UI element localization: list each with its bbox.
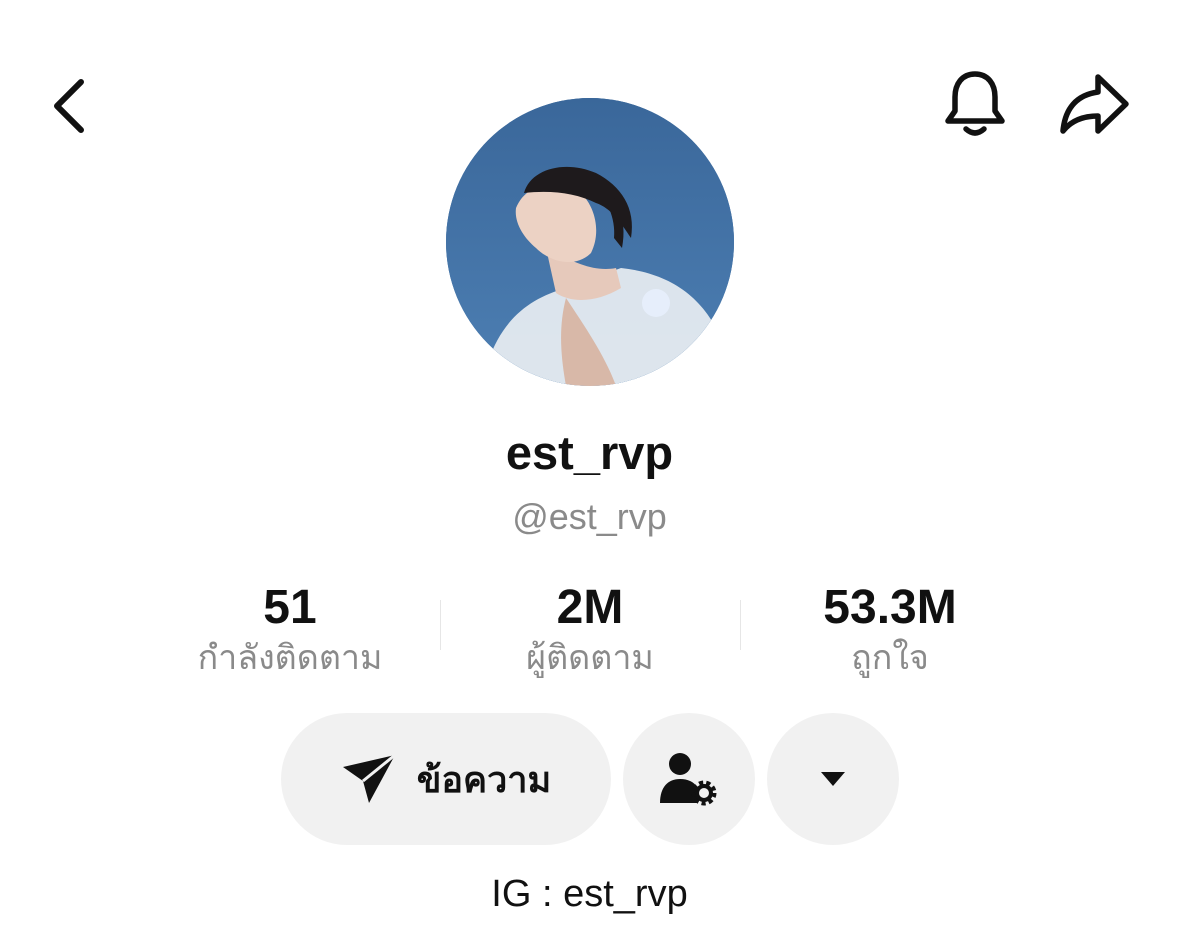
- following-stat[interactable]: 51 กำลังติดตาม: [140, 582, 440, 680]
- profile-stats: 51 กำลังติดตาม 2M ผู้ติดตาม 53.3M ถูกใจ: [0, 582, 1179, 682]
- avatar-photo: [446, 98, 734, 386]
- following-count: 51: [263, 581, 317, 634]
- followers-count: 2M: [556, 581, 624, 634]
- message-button-label: ข้อความ: [416, 758, 552, 800]
- profile-avatar[interactable]: [446, 98, 734, 386]
- profile-actions: ข้อความ: [0, 713, 1179, 845]
- more-options-button[interactable]: [767, 713, 899, 845]
- display-name: est_rvp: [505, 426, 674, 479]
- user-settings-icon: [660, 753, 717, 806]
- following-label: กำลังติดตาม: [197, 639, 383, 677]
- likes-stat[interactable]: 53.3M ถูกใจ: [740, 582, 1040, 680]
- likes-count: 53.3M: [823, 581, 957, 634]
- likes-label: ถูกใจ: [851, 639, 929, 677]
- friend-settings-button[interactable]: [623, 713, 755, 845]
- back-button[interactable]: [34, 68, 104, 144]
- followers-stat[interactable]: 2M ผู้ติดตาม: [440, 582, 740, 680]
- chevron-left-icon: [54, 79, 84, 133]
- followers-label: ผู้ติดตาม: [526, 639, 654, 677]
- stat-divider: [740, 600, 741, 650]
- bell-icon: [945, 71, 1005, 136]
- profile-bio: IG : est_rvp: [491, 873, 688, 915]
- caret-down-icon: [821, 772, 845, 786]
- username-handle: @est_rvp: [512, 496, 667, 537]
- notification-button[interactable]: [936, 64, 1014, 144]
- message-button[interactable]: ข้อความ: [281, 713, 611, 845]
- share-arrow-icon: [1060, 74, 1129, 134]
- paper-plane-icon: [342, 753, 396, 803]
- stat-divider: [440, 600, 441, 650]
- share-button[interactable]: [1052, 66, 1138, 142]
